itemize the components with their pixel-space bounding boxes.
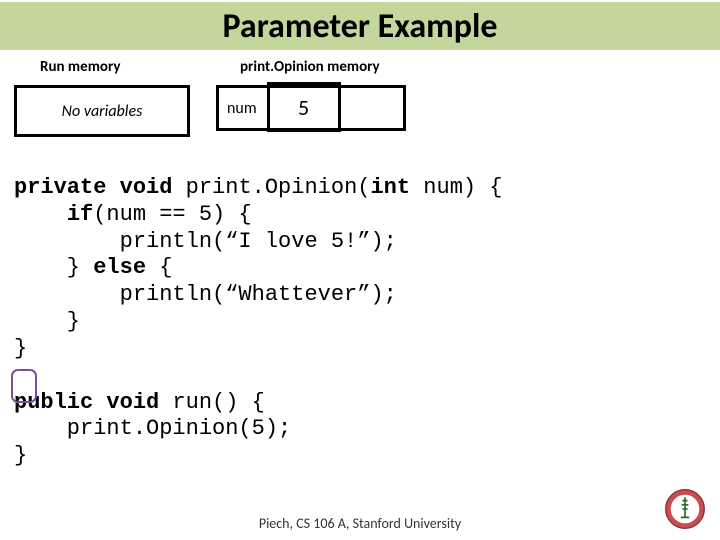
- footer-attribution: Piech, CS 106 A, Stanford University: [0, 515, 720, 532]
- code-text: print.Opinion(5);: [14, 416, 291, 441]
- kw-private-void: private void: [14, 175, 172, 200]
- printopinion-memory-label: print.Opinion memory: [240, 58, 380, 76]
- printopinion-memory-box: num 5: [216, 85, 406, 131]
- code-text: [14, 202, 67, 227]
- kw-else: else: [93, 255, 146, 280]
- slide-title: Parameter Example: [223, 6, 498, 47]
- code-text: num) {: [410, 175, 502, 200]
- code-text: run() {: [159, 390, 265, 415]
- no-variables-text: No variables: [62, 102, 143, 121]
- code-text: }: [14, 443, 27, 468]
- stanford-seal-icon: [664, 488, 706, 530]
- variable-name: num: [227, 99, 257, 118]
- code-text: println(“I love 5!”);: [14, 229, 397, 254]
- code-text: }: [14, 336, 27, 361]
- code-text: (num == 5) {: [93, 202, 251, 227]
- variable-value: 5: [298, 94, 309, 121]
- code-block: private void print.Opinion(int num) { if…: [14, 175, 706, 470]
- code-text: }: [14, 255, 93, 280]
- run-memory-label: Run memory: [40, 58, 120, 76]
- kw-if: if: [67, 202, 93, 227]
- run-memory-box: No variables: [14, 85, 190, 137]
- code-text: }: [14, 309, 80, 334]
- title-band: Parameter Example: [0, 2, 720, 50]
- code-text: {: [146, 255, 172, 280]
- variable-value-box: 5: [267, 82, 341, 132]
- kw-public-void: public void: [14, 390, 159, 415]
- code-text: println(“Whattever”);: [14, 282, 397, 307]
- kw-int: int: [370, 175, 410, 200]
- code-text: print.Opinion(: [172, 175, 370, 200]
